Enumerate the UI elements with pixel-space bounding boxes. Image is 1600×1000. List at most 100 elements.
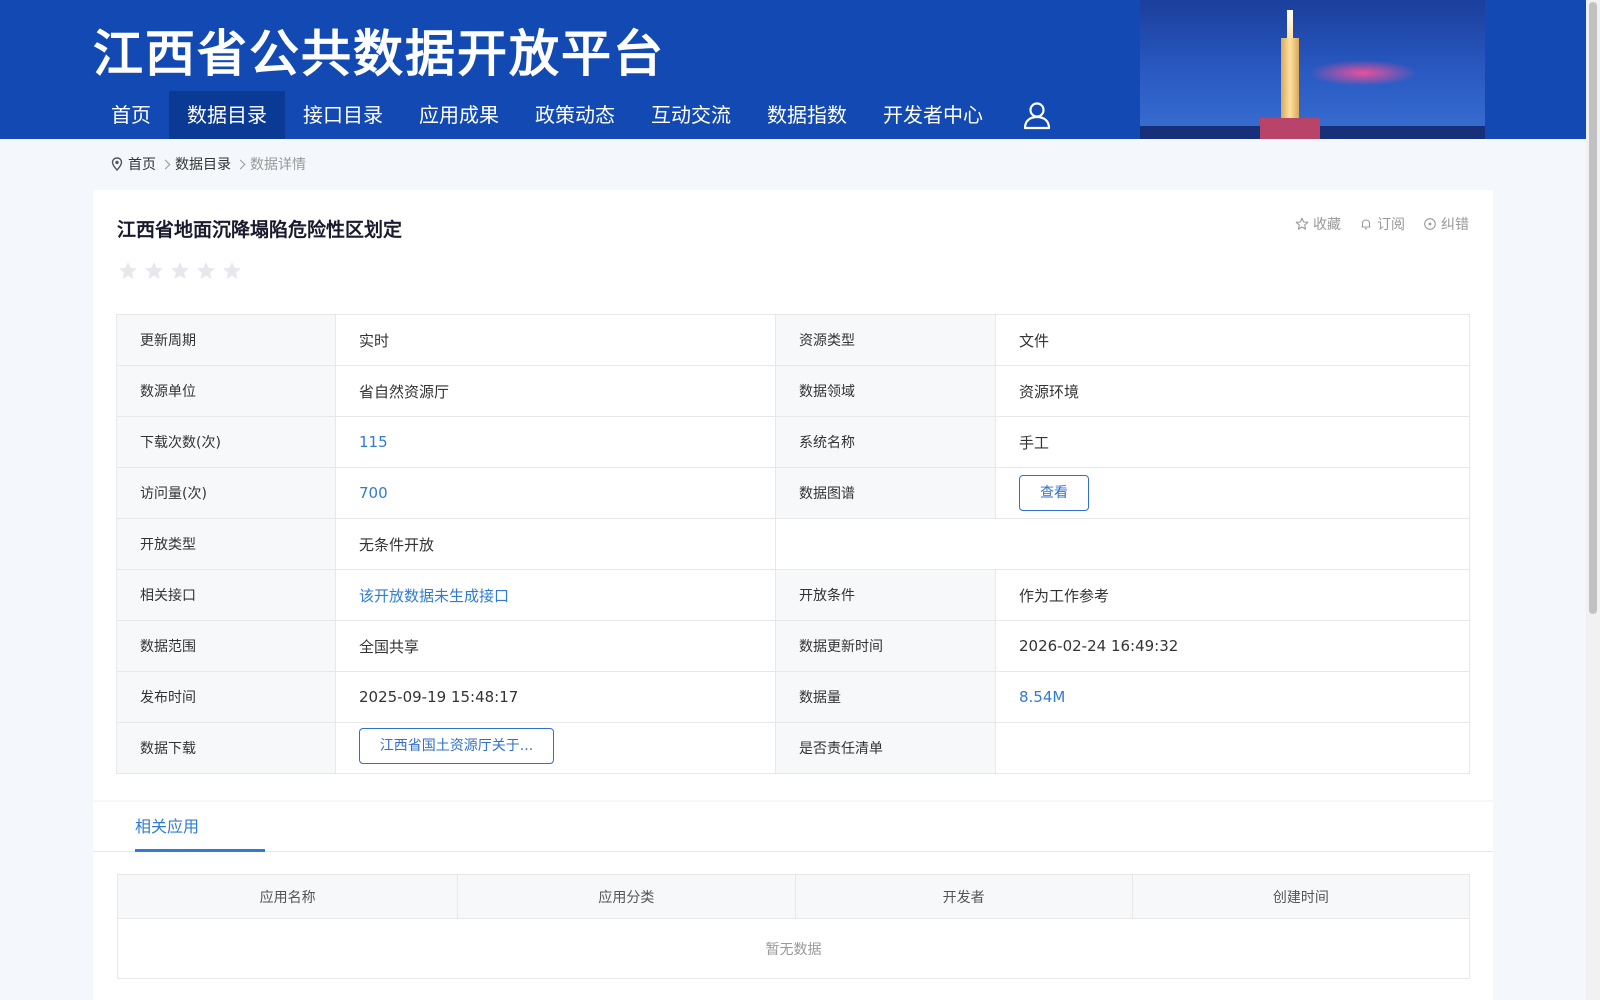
field-label-data-update-time: 数据更新时间 — [775, 620, 996, 672]
favorite-label: 收藏 — [1313, 217, 1341, 233]
field-label-related-api: 相关接口 — [116, 569, 336, 621]
tab-active-indicator — [135, 849, 265, 852]
field-value-responsibility-list — [995, 722, 1470, 774]
related-apps-section: 相关应用 应用名称 应用分类 开发者 创建时间 暂无数据 — [93, 802, 1493, 1000]
field-label-responsibility-list: 是否责任清单 — [775, 722, 996, 774]
nav-item-developer-center[interactable]: 开发者中心 — [865, 91, 1001, 139]
breadcrumb-chevron-icon — [235, 159, 246, 169]
field-label-system-name: 系统名称 — [775, 416, 996, 468]
breadcrumb: 首页 数据目录 数据详情 — [110, 154, 306, 174]
nav-item-home[interactable]: 首页 — [93, 91, 169, 139]
nav-item-data-catalog[interactable]: 数据目录 — [169, 91, 285, 139]
empty-cell — [775, 518, 1470, 570]
field-value-source-unit: 省自然资源厅 — [335, 365, 776, 417]
column-header-app-category[interactable]: 应用分类 — [457, 874, 796, 919]
report-error-button[interactable]: 纠错 — [1423, 214, 1469, 234]
page-scrollbar[interactable] — [1586, 0, 1600, 1000]
rating-star-icon[interactable] — [195, 260, 217, 282]
field-value-publish-time: 2025-09-19 15:48:17 — [335, 671, 776, 723]
field-value-resource-type: 文件 — [995, 314, 1470, 366]
site-title[interactable]: 江西省公共数据开放平台 — [93, 14, 665, 86]
download-file-button[interactable]: 江西省国土资源厅关于... — [359, 728, 554, 764]
related-api-link[interactable]: 该开放数据未生成接口 — [359, 587, 509, 605]
table-header-row: 应用名称 应用分类 开发者 创建时间 — [116, 874, 1471, 919]
user-icon[interactable] — [1022, 100, 1052, 130]
field-label-data-graph: 数据图谱 — [775, 467, 996, 519]
field-value-open-condition: 作为工作参考 — [995, 569, 1470, 621]
field-value-data-scope: 全国共享 — [335, 620, 776, 672]
tower-spire — [1287, 10, 1293, 40]
nav-item-api-catalog[interactable]: 接口目录 — [285, 91, 401, 139]
page-title: 江西省地面沉降塌陷危险性区划定 — [117, 219, 403, 241]
rating-star-icon[interactable] — [143, 260, 165, 282]
nav-item-policy-news[interactable]: 政策动态 — [517, 91, 633, 139]
field-value-related-api: 该开放数据未生成接口 — [335, 569, 776, 621]
field-value-data-download: 江西省国土资源厅关于... — [335, 722, 776, 774]
table-row: 开放类型 无条件开放 — [116, 518, 1470, 570]
view-graph-button[interactable]: 查看 — [1019, 475, 1089, 511]
field-label-resource-type: 资源类型 — [775, 314, 996, 366]
column-header-created-time[interactable]: 创建时间 — [1131, 874, 1471, 919]
site-header: 江西省公共数据开放平台 首页 数据目录 接口目录 应用成果 政策动态 互动交流 … — [0, 0, 1586, 139]
field-value-data-volume: 8.54M — [995, 671, 1470, 723]
field-label-open-condition: 开放条件 — [775, 569, 996, 621]
rating-stars[interactable] — [117, 260, 247, 282]
tower-shaft — [1281, 38, 1299, 120]
table-row: 数源单位 省自然资源厅 数据领域 资源环境 — [116, 365, 1470, 417]
field-label-source-unit: 数源单位 — [116, 365, 336, 417]
field-label-data-volume: 数据量 — [775, 671, 996, 723]
field-value-data-domain: 资源环境 — [995, 365, 1470, 417]
field-value-visit-count: 700 — [335, 467, 776, 519]
field-value-data-update-time: 2026-02-24 16:49:32 — [995, 620, 1470, 672]
table-row: 访问量(次) 700 数据图谱 查看 — [116, 467, 1470, 519]
nav-item-data-index[interactable]: 数据指数 — [749, 91, 865, 139]
column-header-app-name[interactable]: 应用名称 — [116, 874, 459, 919]
table-row: 发布时间 2025-09-19 15:48:17 数据量 8.54M — [116, 671, 1470, 723]
scrollbar-thumb[interactable] — [1589, 2, 1597, 614]
subscribe-button[interactable]: 订阅 — [1359, 214, 1405, 234]
breadcrumb-data-catalog[interactable]: 数据目录 — [175, 154, 231, 174]
breadcrumb-home[interactable]: 首页 — [128, 154, 156, 174]
field-label-data-download: 数据下载 — [116, 722, 336, 774]
field-label-download-count: 下载次数(次) — [116, 416, 336, 468]
field-label-open-type: 开放类型 — [116, 518, 336, 570]
detail-actions: 收藏 订阅 纠错 — [1277, 214, 1469, 234]
header-banner-image — [1140, 0, 1485, 139]
nav-item-interaction[interactable]: 互动交流 — [633, 91, 749, 139]
field-label-data-scope: 数据范围 — [116, 620, 336, 672]
breadcrumb-current: 数据详情 — [250, 157, 306, 173]
rating-star-icon[interactable] — [169, 260, 191, 282]
column-header-developer[interactable]: 开发者 — [794, 874, 1133, 919]
field-label-data-domain: 数据领域 — [775, 365, 996, 417]
favorite-button[interactable]: 收藏 — [1295, 214, 1341, 234]
empty-state-text: 暂无数据 — [117, 918, 1470, 979]
banner-glow — [1308, 60, 1418, 86]
breadcrumb-chevron-icon — [160, 159, 171, 169]
rating-star-icon[interactable] — [117, 260, 139, 282]
related-apps-table: 应用名称 应用分类 开发者 创建时间 暂无数据 — [116, 874, 1471, 979]
field-value-update-cycle: 实时 — [335, 314, 776, 366]
subscribe-label: 订阅 — [1377, 217, 1405, 233]
tower-base — [1260, 118, 1320, 139]
field-value-data-graph: 查看 — [995, 467, 1470, 519]
star-outline-icon — [1295, 217, 1309, 230]
table-row: 数据下载 江西省国土资源厅关于... 是否责任清单 — [116, 722, 1470, 774]
field-label-visit-count: 访问量(次) — [116, 467, 336, 519]
table-row: 相关接口 该开放数据未生成接口 开放条件 作为工作参考 — [116, 569, 1470, 621]
rating-star-icon[interactable] — [221, 260, 243, 282]
metadata-table: 更新周期 实时 资源类型 文件 数源单位 省自然资源厅 数据领域 资源环境 下载… — [116, 314, 1470, 774]
report-error-label: 纠错 — [1441, 217, 1469, 233]
field-label-update-cycle: 更新周期 — [116, 314, 336, 366]
table-row: 下载次数(次) 115 系统名称 手工 — [116, 416, 1470, 468]
table-row: 暂无数据 — [117, 918, 1470, 979]
detail-card: 江西省地面沉降塌陷危险性区划定 收藏 订阅 纠错 更新周期 实时 资源类型 文件 — [93, 190, 1493, 800]
location-pin-icon — [111, 157, 123, 171]
tab-bar: 相关应用 — [93, 802, 1493, 852]
error-circle-icon — [1424, 218, 1436, 230]
tab-related-apps[interactable]: 相关应用 — [135, 802, 265, 852]
field-value-open-type: 无条件开放 — [335, 518, 776, 570]
field-label-publish-time: 发布时间 — [116, 671, 336, 723]
main-nav: 首页 数据目录 接口目录 应用成果 政策动态 互动交流 数据指数 开发者中心 — [93, 91, 1001, 139]
table-row: 数据范围 全国共享 数据更新时间 2026-02-24 16:49:32 — [116, 620, 1470, 672]
nav-item-applications[interactable]: 应用成果 — [401, 91, 517, 139]
